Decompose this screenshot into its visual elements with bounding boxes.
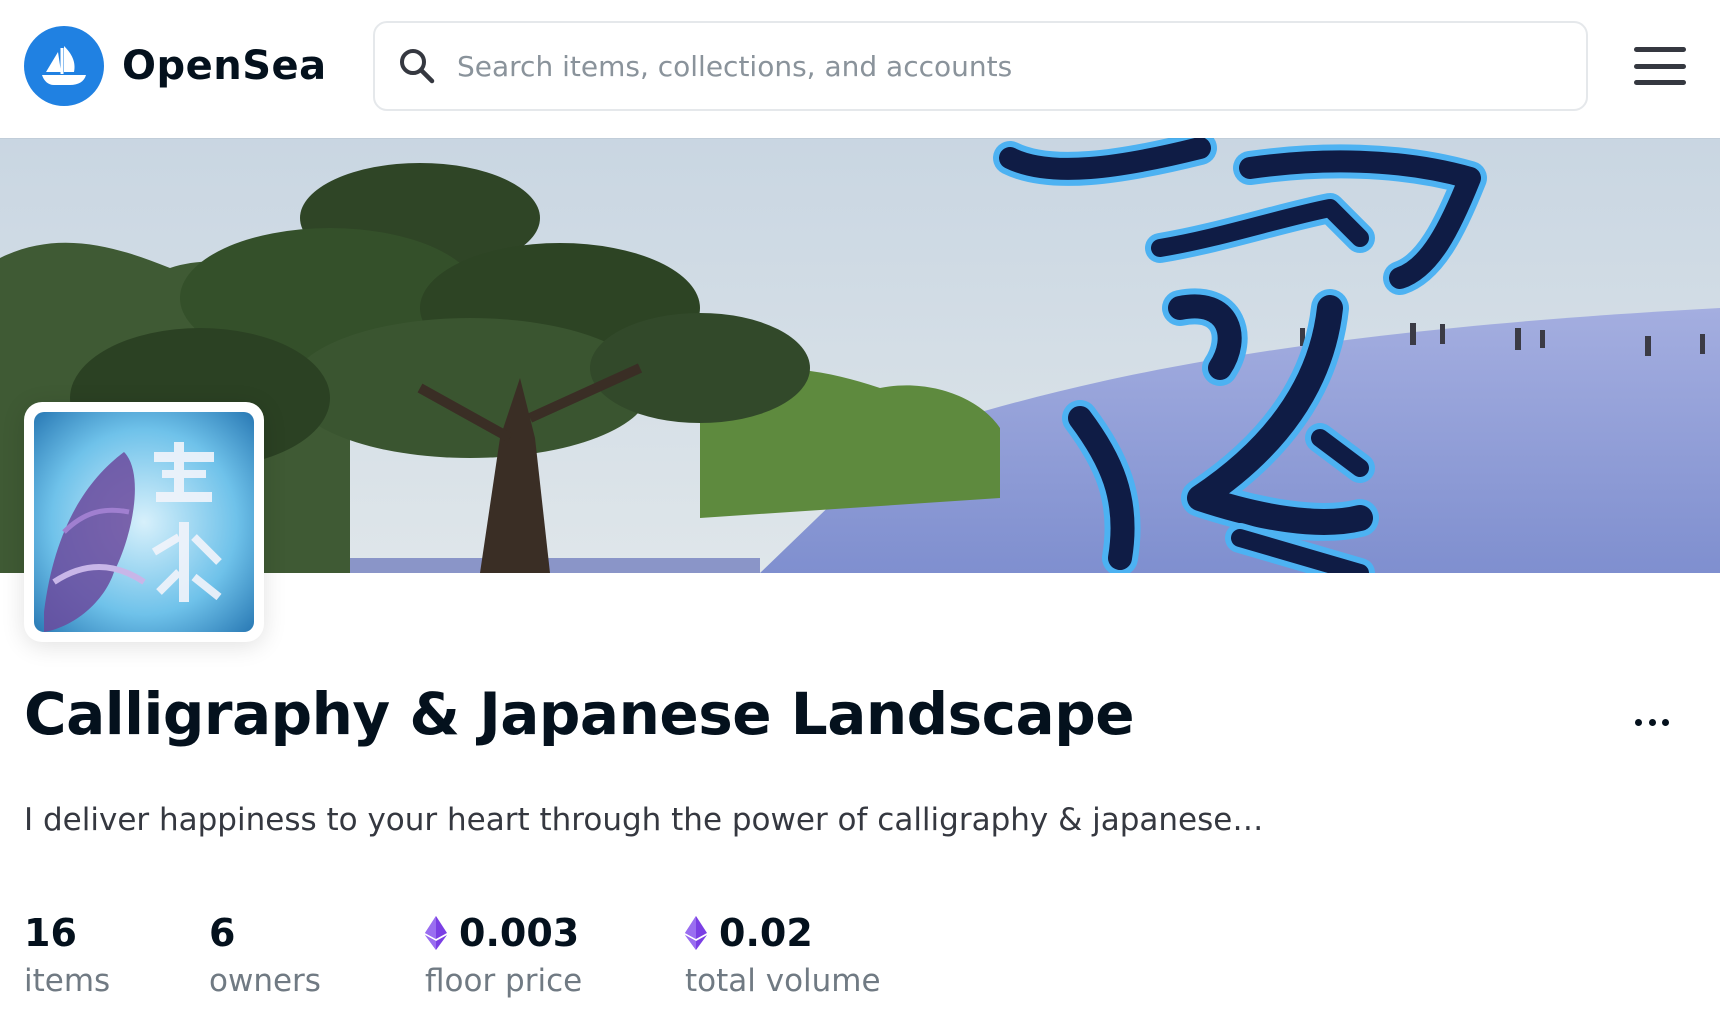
top-nav: OpenSea xyxy=(0,0,1720,138)
collection-description[interactable]: I deliver happiness to your heart throug… xyxy=(24,802,1263,838)
eth-icon xyxy=(685,916,707,950)
stat-owners-value: 6 xyxy=(209,911,236,955)
stat-floor-price-value: 0.003 xyxy=(459,911,580,955)
stat-owners-label: owners xyxy=(209,963,321,999)
more-options-icon[interactable] xyxy=(1630,702,1674,742)
search-icon xyxy=(395,44,439,88)
stat-floor-price-label: floor price xyxy=(425,963,583,999)
stat-items-label: items xyxy=(24,963,111,999)
stat-items[interactable]: 16 items xyxy=(24,905,110,999)
hamburger-menu-icon[interactable] xyxy=(1628,40,1692,92)
opensea-logo-icon xyxy=(24,26,104,106)
opensea-logo-link[interactable]: OpenSea xyxy=(24,26,327,106)
logo-text: OpenSea xyxy=(122,43,327,89)
eth-icon xyxy=(425,916,447,950)
stat-owners[interactable]: 6 owners xyxy=(209,905,321,999)
stat-total-volume-label: total volume xyxy=(685,963,881,999)
stat-items-value: 16 xyxy=(24,911,77,955)
collection-title: Calligraphy & Japanese Landscape xyxy=(24,680,1135,748)
collection-avatar xyxy=(24,402,264,642)
stat-floor-price[interactable]: 0.003 floor price xyxy=(425,905,582,999)
stat-total-volume-value: 0.02 xyxy=(719,911,813,955)
search-bar[interactable] xyxy=(373,21,1588,111)
stat-total-volume[interactable]: 0.02 total volume xyxy=(685,905,881,999)
search-input[interactable] xyxy=(457,36,1557,96)
collection-avatar-image xyxy=(34,412,254,632)
